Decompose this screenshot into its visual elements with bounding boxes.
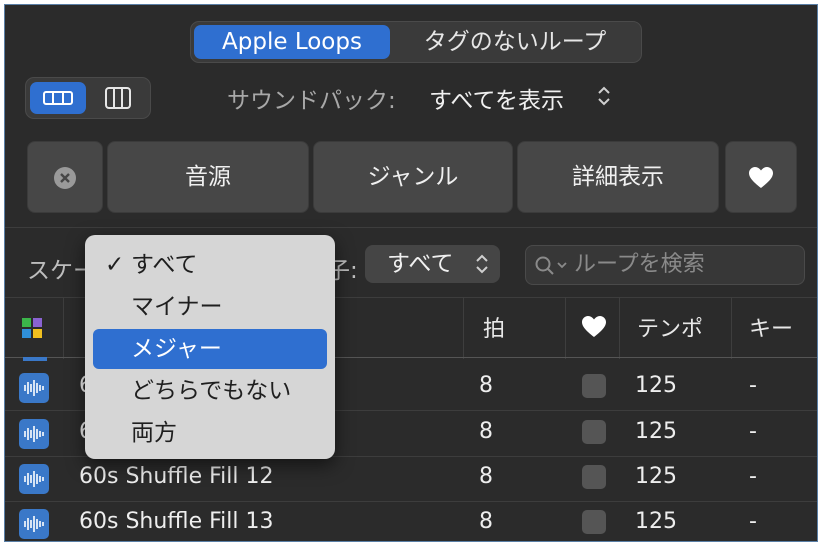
view-toggle — [25, 77, 151, 119]
tab-untagged-loops[interactable]: タグのないループ — [396, 25, 634, 59]
scale-dropdown-menu: ✓ すべて マイナー メジャー どちらでもない 両方 — [85, 235, 335, 459]
menu-item-minor[interactable]: マイナー — [93, 287, 327, 327]
menu-item-label: どちらでもない — [131, 378, 292, 404]
updown-chevron-icon[interactable] — [597, 85, 611, 107]
loop-tempo: 125 — [635, 464, 677, 489]
genre-filter-button[interactable]: ジャンル — [313, 141, 513, 213]
loop-tempo: 125 — [635, 373, 677, 398]
column-separator — [731, 297, 732, 359]
loop-name: 60s Shuffle Fill 12 — [79, 464, 274, 489]
clear-icon — [54, 167, 76, 189]
favorite-checkbox[interactable] — [582, 374, 606, 398]
button-view-icon-glyph — [43, 91, 73, 105]
loop-key: - — [749, 509, 757, 534]
row-icon-partial — [23, 357, 47, 361]
sound-pack-label: サウンドパック: — [227, 88, 396, 114]
column-separator — [619, 297, 620, 359]
menu-item-major[interactable]: メジャー — [93, 329, 327, 369]
button-view-icon[interactable] — [30, 82, 86, 114]
menu-item-label: マイナー — [131, 294, 223, 320]
loop-key: - — [749, 373, 757, 398]
column-separator — [565, 297, 566, 359]
loop-beats: 8 — [479, 509, 493, 534]
reset-filters-button[interactable] — [27, 141, 103, 213]
table-row[interactable]: 60s Shuffle Fill 13 8 125 - — [5, 501, 817, 541]
audio-waveform-icon — [19, 464, 49, 494]
loop-tempo: 125 — [635, 509, 677, 534]
column-separator — [463, 297, 464, 359]
heart-icon[interactable] — [581, 315, 607, 339]
favorite-checkbox[interactable] — [582, 510, 606, 534]
column-header-key[interactable]: キー — [749, 311, 793, 343]
updown-chevron-icon — [476, 254, 488, 274]
column-header-beats[interactable]: 拍 — [483, 311, 505, 343]
loop-name: 60s Shuffle Fill 13 — [79, 509, 274, 534]
heart-icon — [749, 167, 773, 188]
column-view-icon[interactable] — [90, 82, 146, 114]
loop-beats: 8 — [479, 419, 493, 444]
loop-browser: Apple Loops タグのないループ サウンドパック: すべてを表示 音源 … — [4, 4, 818, 542]
table-row[interactable]: 60s Shuffle Fill 12 8 125 - — [5, 456, 817, 500]
column-view-icon-glyph — [105, 87, 131, 109]
instrument-filter-button[interactable]: 音源 — [107, 141, 309, 213]
favorites-filter-button[interactable] — [725, 141, 797, 213]
signature-popup[interactable]: すべて — [365, 245, 500, 283]
menu-item-label: メジャー — [131, 336, 222, 362]
favorite-checkbox[interactable] — [582, 465, 606, 489]
menu-item-all[interactable]: ✓ すべて — [93, 245, 327, 285]
color-wheel-icon[interactable] — [19, 315, 45, 341]
descriptors-filter-button[interactable]: 詳細表示 — [517, 141, 719, 213]
menu-item-label: 両方 — [131, 420, 177, 446]
favorite-checkbox[interactable] — [582, 420, 606, 444]
menu-item-both[interactable]: 両方 — [93, 413, 327, 453]
loop-tempo: 125 — [635, 419, 677, 444]
audio-waveform-icon — [19, 419, 49, 449]
column-header-tempo[interactable]: テンポ — [637, 311, 703, 343]
audio-waveform-icon — [19, 373, 49, 403]
column-separator — [63, 297, 64, 359]
signature-value: すべて — [387, 251, 454, 277]
search-field[interactable]: ループを検索 — [525, 245, 805, 285]
loop-beats: 8 — [479, 464, 493, 489]
search-icon — [535, 256, 567, 275]
loop-source-segmented-control: Apple Loops タグのないループ — [190, 21, 642, 63]
menu-item-label: すべて — [131, 252, 198, 278]
loop-beats: 8 — [479, 373, 493, 398]
sound-pack-popup[interactable]: すべてを表示 — [429, 81, 564, 115]
loop-key: - — [749, 464, 757, 489]
search-placeholder: ループを検索 — [574, 252, 705, 277]
loop-key: - — [749, 419, 757, 444]
checkmark-icon: ✓ — [105, 252, 125, 278]
divider — [5, 227, 817, 228]
audio-waveform-icon — [19, 509, 49, 539]
menu-item-neither[interactable]: どちらでもない — [93, 371, 327, 411]
tab-apple-loops[interactable]: Apple Loops — [194, 25, 390, 59]
